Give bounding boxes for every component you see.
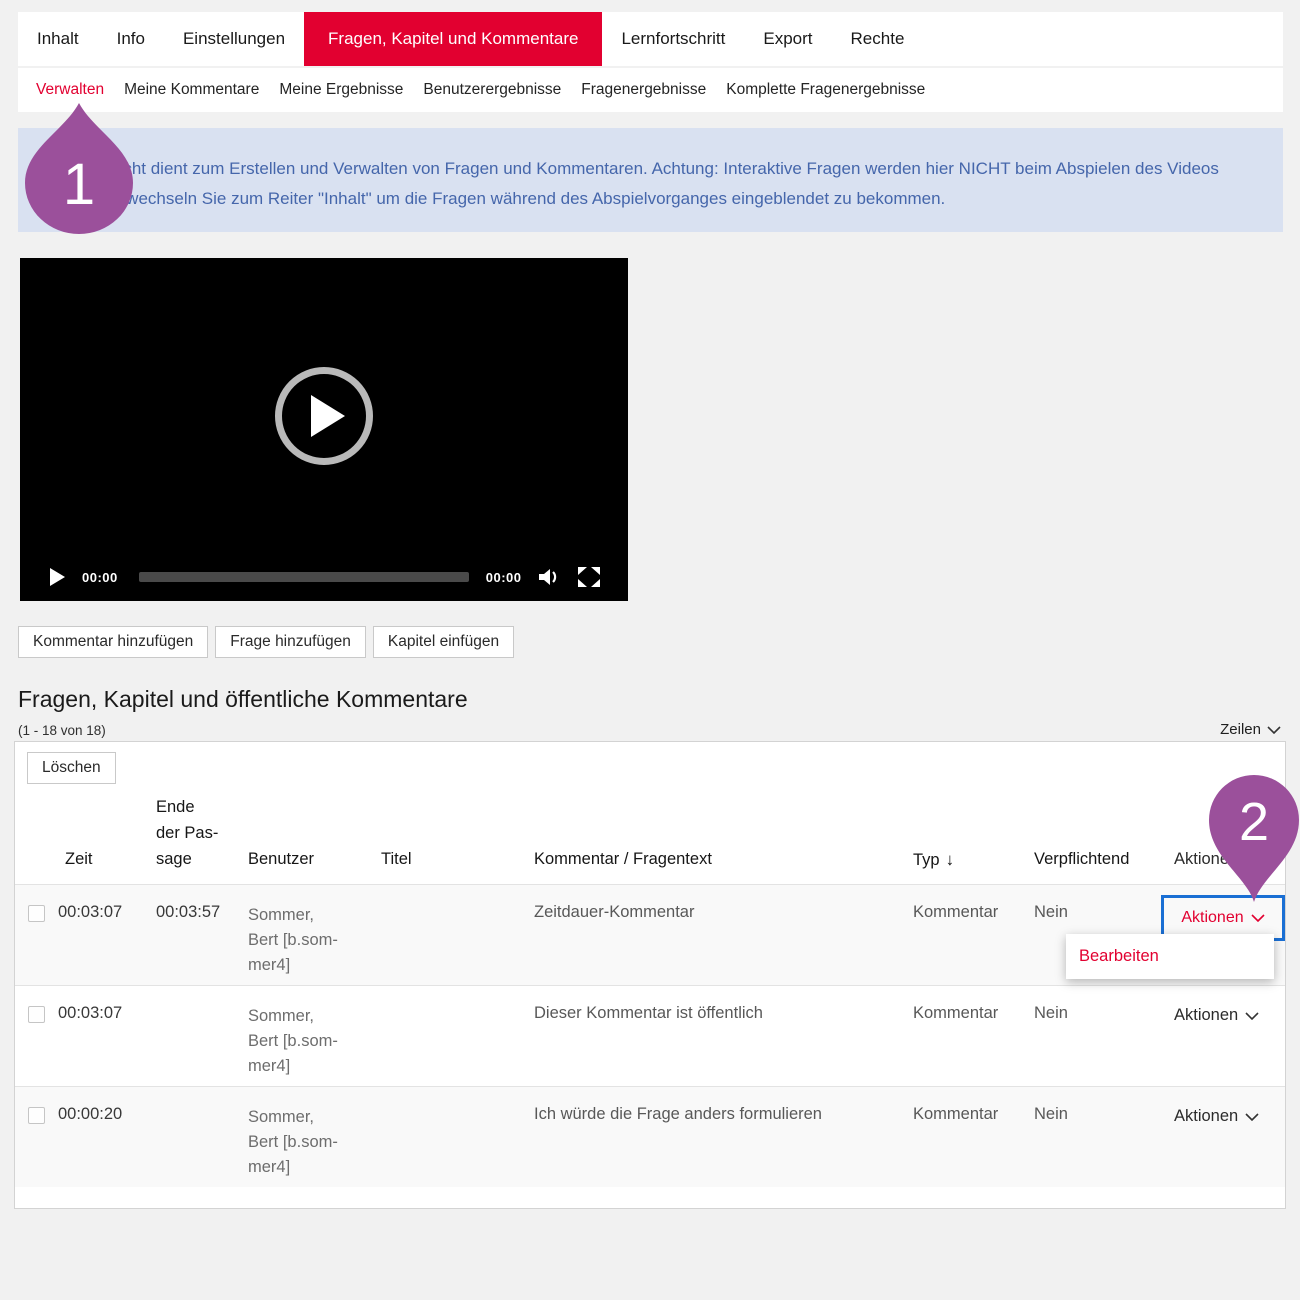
play-button[interactable]	[50, 568, 65, 586]
fullscreen-button[interactable]	[578, 567, 600, 587]
table-row: 00:00:20 Sommer, Bert [b.som- mer4] Ich …	[15, 1086, 1285, 1187]
column-header-kommentar-fragentext[interactable]: Kommentar / Fragentext	[534, 850, 712, 869]
menu-item-bearbeiten[interactable]: Bearbeiten	[1079, 947, 1159, 966]
tab-export[interactable]: Export	[744, 12, 831, 66]
column-header-aktionen: Aktionen	[1174, 850, 1238, 869]
cell-verpflichtend: Nein	[1034, 1004, 1068, 1023]
cell-kommentar-fragentext: Ich würde die Frage anders formulieren	[534, 1105, 822, 1124]
cell-typ: Kommentar	[913, 1105, 998, 1124]
aktionen-open-menu: Bearbeiten	[1066, 934, 1274, 979]
sort-descending-icon: ↓	[946, 850, 955, 870]
tab-einstellungen[interactable]: Einstellungen	[164, 12, 304, 66]
tab-fragen-kapitel-kommentare[interactable]: Fragen, Kapitel und Kommentare	[304, 12, 602, 66]
aktionen-dropdown-button[interactable]: Aktionen	[1174, 1107, 1259, 1126]
subtab-fragenergebnisse[interactable]: Fragenergebnisse	[571, 81, 716, 99]
aktionen-label: Aktionen	[1174, 1107, 1238, 1126]
tab-rechte[interactable]: Rechte	[832, 12, 924, 66]
table-row: 00:03:07 Sommer, Bert [b.som- mer4] Dies…	[15, 985, 1285, 1086]
main-tab-bar: Inhalt Info Einstellungen Fragen, Kapite…	[18, 12, 1283, 66]
seek-bar[interactable]	[139, 572, 469, 582]
column-header-verpflichtend[interactable]: Verpflichtend	[1034, 850, 1129, 869]
rows-dropdown[interactable]: Zeilen	[1220, 721, 1281, 738]
sub-tab-bar: Verwalten Meine Kommentare Meine Ergebni…	[18, 68, 1283, 112]
tab-lernfortschritt[interactable]: Lernfortschritt	[602, 12, 744, 66]
chevron-down-icon	[1245, 1113, 1259, 1121]
aktionen-label: Aktionen	[1181, 909, 1243, 927]
tab-info[interactable]: Info	[98, 12, 164, 66]
row-checkbox[interactable]	[28, 1006, 45, 1023]
subtab-verwalten[interactable]: Verwalten	[26, 81, 114, 99]
chevron-down-icon	[1251, 914, 1265, 922]
cell-verpflichtend: Nein	[1034, 1105, 1068, 1124]
big-play-button[interactable]	[275, 367, 373, 465]
volume-icon	[539, 568, 561, 586]
play-icon	[311, 395, 345, 437]
row-checkbox[interactable]	[28, 1107, 45, 1124]
chevron-down-icon	[1245, 1012, 1259, 1020]
aktionen-dropdown-button[interactable]: Aktionen	[1174, 1006, 1259, 1025]
column-header-ende-der-passage[interactable]: Ende der Pas- sage	[156, 794, 218, 872]
table-row: 00:03:07 00:03:57 Sommer, Bert [b.som- m…	[15, 884, 1285, 985]
chevron-down-icon	[1267, 726, 1281, 734]
pagination-range: (1 - 18 von 18)	[18, 723, 106, 738]
current-time: 00:00	[82, 570, 118, 585]
row-checkbox[interactable]	[28, 905, 45, 922]
aktionen-label: Aktionen	[1174, 1006, 1238, 1025]
video-controls: 00:00 00:00	[20, 553, 628, 601]
volume-button[interactable]	[539, 568, 561, 586]
cell-benutzer: Sommer, Bert [b.som- mer4]	[248, 903, 338, 978]
cell-typ: Kommentar	[913, 1004, 998, 1023]
cell-kommentar-fragentext: Dieser Kommentar ist öffentlich	[534, 1004, 763, 1023]
column-header-benutzer[interactable]: Benutzer	[248, 850, 314, 869]
add-question-button[interactable]: Frage hinzufügen	[215, 626, 366, 658]
cell-verpflichtend: Nein	[1034, 903, 1068, 922]
rows-dropdown-label: Zeilen	[1220, 721, 1261, 738]
column-header-typ-label: Typ	[913, 851, 940, 870]
insert-chapter-button[interactable]: Kapitel einfügen	[373, 626, 514, 658]
subtab-benutzerergebnisse[interactable]: Benutzerergebnisse	[413, 81, 571, 99]
add-comment-button[interactable]: Kommentar hinzufügen	[18, 626, 208, 658]
delete-button[interactable]: Löschen	[27, 752, 116, 784]
fullscreen-icon	[578, 567, 600, 587]
column-header-zeit[interactable]: Zeit	[65, 850, 93, 869]
video-player[interactable]: 00:00 00:00	[20, 258, 628, 601]
column-header-titel[interactable]: Titel	[381, 850, 412, 869]
section-title: Fragen, Kapitel und öffentliche Kommenta…	[18, 686, 468, 713]
cell-typ: Kommentar	[913, 903, 998, 922]
tab-inhalt[interactable]: Inhalt	[18, 12, 98, 66]
table-panel: Löschen Zeit Ende der Pas- sage Benutzer…	[14, 741, 1286, 1209]
cell-ende: 00:03:57	[156, 903, 220, 922]
subtab-meine-kommentare[interactable]: Meine Kommentare	[114, 81, 269, 99]
total-time: 00:00	[486, 570, 522, 585]
cell-zeit: 00:03:07	[58, 1004, 122, 1023]
subtab-meine-ergebnisse[interactable]: Meine Ergebnisse	[269, 81, 413, 99]
cell-zeit: 00:00:20	[58, 1105, 122, 1124]
table-rows: 00:03:07 00:03:57 Sommer, Bert [b.som- m…	[15, 884, 1285, 1187]
page: Inhalt Info Einstellungen Fragen, Kapite…	[0, 0, 1300, 1300]
subtab-komplette-fragenergebnisse[interactable]: Komplette Fragenergebnisse	[716, 81, 935, 99]
cell-kommentar-fragentext: Zeitdauer-Kommentar	[534, 903, 694, 922]
column-header-typ[interactable]: Typ ↓	[913, 850, 954, 870]
toolbar: Kommentar hinzufügen Frage hinzufügen Ka…	[18, 626, 514, 658]
cell-benutzer: Sommer, Bert [b.som- mer4]	[248, 1004, 338, 1079]
cell-benutzer: Sommer, Bert [b.som- mer4]	[248, 1105, 338, 1180]
cell-zeit: 00:03:07	[58, 903, 122, 922]
info-message: Diese Ansicht dient zum Erstellen und Ve…	[18, 128, 1283, 232]
